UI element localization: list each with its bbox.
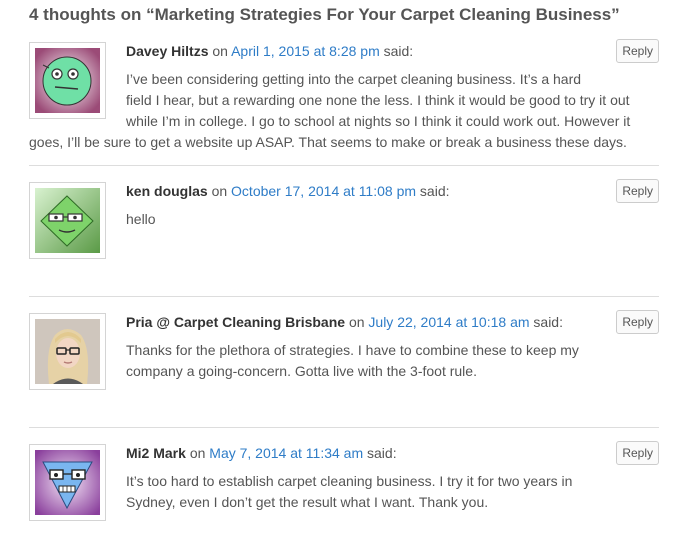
comment-meta: Pria @ Carpet Cleaning Brisbane on July …: [126, 313, 563, 331]
photo-woman-glasses-avatar-icon: [35, 319, 100, 384]
comment-author: Pria @ Carpet Cleaning Brisbane: [126, 314, 346, 330]
comment-author: Davey Hiltzs: [126, 43, 209, 59]
comment-date-link[interactable]: July 22, 2014 at 10:18 am: [368, 314, 529, 330]
said-label: said:: [419, 183, 450, 199]
comment-line: hello: [126, 211, 156, 227]
reply-button[interactable]: Reply: [616, 179, 659, 203]
divider: [29, 427, 659, 428]
purple-triangle-avatar-icon: [35, 450, 100, 515]
comment-line: Sydney, even I don’t get the result what…: [126, 494, 489, 510]
said-label: said:: [367, 445, 397, 461]
on-label: on: [348, 314, 365, 330]
avatar: [29, 444, 106, 521]
comment-date-link[interactable]: April 1, 2015 at 8:28 pm: [231, 43, 380, 59]
comment-date-link[interactable]: October 17, 2014 at 11:08 pm: [231, 183, 416, 199]
said-label: said:: [383, 43, 414, 59]
comment-line: company a going-concern. Gotta live with…: [126, 363, 477, 379]
comment-body: Thanks for the plethora of strategies. I…: [126, 340, 579, 382]
reply-button[interactable]: Reply: [616, 310, 659, 334]
comment-body: It’s too hard to establish carpet cleani…: [126, 471, 572, 513]
on-label: on: [212, 43, 228, 59]
comment-date-link[interactable]: May 7, 2014 at 11:34 am: [209, 445, 363, 461]
comment-author: Mi2 Mark: [126, 445, 186, 461]
comment-author: ken douglas: [126, 183, 208, 199]
avatar: [29, 42, 106, 119]
comment-line: goes, I’ll be sure to get a website up A…: [29, 134, 627, 150]
avatar: [29, 182, 106, 259]
comment-body: I’ve been considering getting into the c…: [126, 69, 630, 132]
divider: [29, 296, 659, 297]
comment-meta: ken douglas on October 17, 2014 at 11:08…: [126, 182, 450, 200]
on-label: on: [211, 183, 228, 199]
reply-button[interactable]: Reply: [616, 39, 659, 63]
comment-meta: Mi2 Mark on May 7, 2014 at 11:34 am said…: [126, 444, 397, 462]
comment-line: field I hear, but a rewarding one none t…: [126, 92, 630, 108]
comment-body: hello: [126, 209, 156, 230]
comment-line: It’s too hard to establish carpet cleani…: [126, 473, 573, 489]
green-robot-avatar-icon: [35, 48, 100, 113]
comment-item: ken douglas on October 17, 2014 at 11:08…: [29, 179, 659, 282]
comment-line: Thanks for the plethora of strategies. I…: [126, 342, 579, 358]
said-label: said:: [533, 314, 563, 330]
green-diamond-glasses-avatar-icon: [35, 188, 100, 253]
comment-item: Mi2 Mark on May 7, 2014 at 11:34 am said…: [29, 441, 659, 544]
comment-line: I’ve been considering getting into the c…: [126, 71, 582, 87]
on-label: on: [189, 445, 206, 461]
comment-meta: Davey Hiltzs on April 1, 2015 at 8:28 pm…: [126, 42, 413, 60]
comments-heading: 4 thoughts on “Marketing Strategies For …: [29, 5, 620, 24]
comment-item: Pria @ Carpet Cleaning Brisbane on July …: [29, 310, 659, 413]
comment-line: while I’m in college. I go to school at …: [126, 113, 631, 129]
avatar: [29, 313, 106, 390]
comments-section: 4 thoughts on “Marketing Strategies For …: [0, 0, 691, 553]
comment-body-continued: goes, I’ll be sure to get a website up A…: [29, 132, 627, 153]
reply-button[interactable]: Reply: [616, 441, 659, 465]
divider: [29, 165, 659, 166]
